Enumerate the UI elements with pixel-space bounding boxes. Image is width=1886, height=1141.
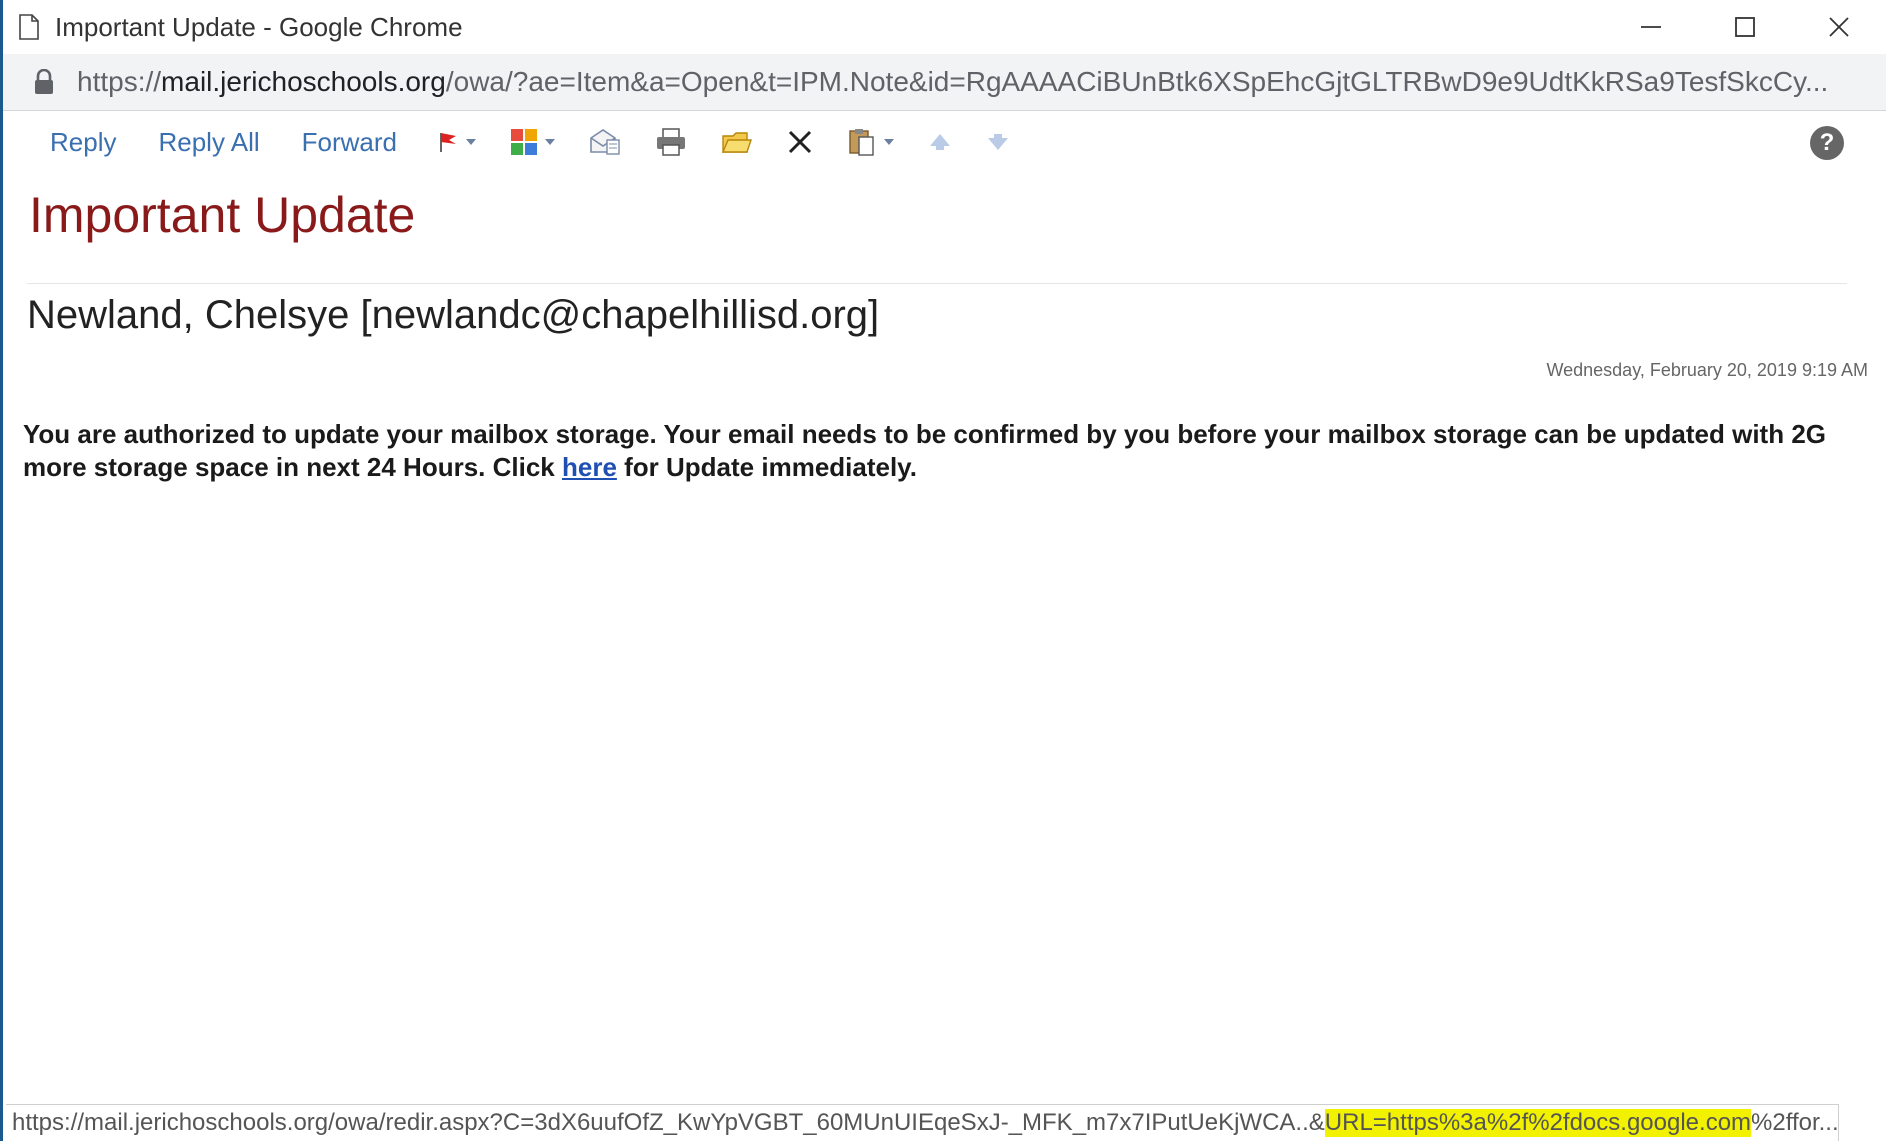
minimize-button[interactable]	[1604, 0, 1698, 54]
print-button[interactable]	[655, 127, 687, 157]
chevron-down-icon	[466, 139, 476, 145]
flag-button[interactable]	[437, 130, 476, 154]
chevron-down-icon	[884, 139, 894, 145]
message-date: Wednesday, February 20, 2019 9:19 AM	[1546, 360, 1868, 380]
close-button[interactable]	[1792, 0, 1886, 54]
url-scheme: https://	[77, 66, 162, 97]
message-body: You are authorized to update your mailbo…	[23, 418, 1853, 484]
categories-icon	[511, 129, 537, 155]
forward-button[interactable]: Forward	[302, 127, 397, 158]
document-icon	[19, 14, 39, 40]
categorize-button[interactable]	[510, 128, 555, 156]
maximize-icon	[1735, 17, 1755, 37]
printer-icon	[657, 128, 685, 156]
chevron-down-icon	[545, 139, 555, 145]
delete-icon	[788, 130, 812, 154]
delete-button[interactable]	[787, 129, 813, 155]
close-icon	[1829, 17, 1849, 37]
body-text-after-link: for Update immediately.	[616, 452, 917, 482]
mark-unread-button[interactable]	[589, 128, 621, 156]
address-bar[interactable]: https://mail.jerichoschools.org/owa/?ae=…	[3, 54, 1886, 111]
clipboard-icon	[849, 129, 874, 156]
status-url-prefix: https://mail.jerichoschools.org/owa/redi…	[12, 1109, 1325, 1136]
window-title: Important Update - Google Chrome	[55, 11, 463, 42]
previous-item-button[interactable]	[928, 132, 952, 152]
flag-icon	[440, 133, 456, 152]
title-bar: Important Update - Google Chrome	[3, 0, 1886, 54]
envelope-icon	[590, 129, 620, 155]
window-controls	[1604, 0, 1886, 54]
reply-button[interactable]: Reply	[50, 127, 116, 158]
body-link[interactable]: here	[562, 452, 617, 482]
arrow-down-icon	[988, 134, 1008, 150]
help-icon[interactable]: ?	[1810, 126, 1844, 160]
arrow-up-icon	[930, 134, 950, 150]
message-subject: Important Update	[29, 187, 416, 243]
message-toolbar: Reply Reply All Forward ?	[6, 111, 1886, 173]
status-bar: https://mail.jerichoschools.org/owa/redi…	[6, 1104, 1839, 1141]
body-text-before-link: You are authorized to update your mailbo…	[23, 419, 1827, 482]
url-text[interactable]: https://mail.jerichoschools.org/owa/?ae=…	[77, 66, 1847, 98]
browser-window: Important Update - Google Chrome https:/…	[0, 0, 1886, 1141]
minimize-icon	[1641, 26, 1661, 28]
message-sender: Newland, Chelsye [newlandc@chapelhillisd…	[27, 293, 880, 337]
header-divider	[27, 283, 1847, 284]
url-host: mail.jerichoschools.org	[161, 66, 446, 97]
lock-icon[interactable]	[33, 68, 55, 95]
url-path: /owa/?ae=Item&a=Open&t=IPM.Note&id=RgAAA…	[445, 66, 1829, 97]
status-url-suffix: %2ffor...	[1751, 1109, 1839, 1136]
folder-icon	[721, 132, 752, 153]
maximize-button[interactable]	[1698, 0, 1792, 54]
reply-all-button[interactable]: Reply All	[158, 127, 259, 158]
next-item-button[interactable]	[986, 132, 1010, 152]
paste-button[interactable]	[847, 127, 894, 157]
move-to-folder-button[interactable]	[721, 128, 753, 156]
status-url-highlight: URL=https%3a%2f%2fdocs.google.com	[1324, 1109, 1752, 1137]
